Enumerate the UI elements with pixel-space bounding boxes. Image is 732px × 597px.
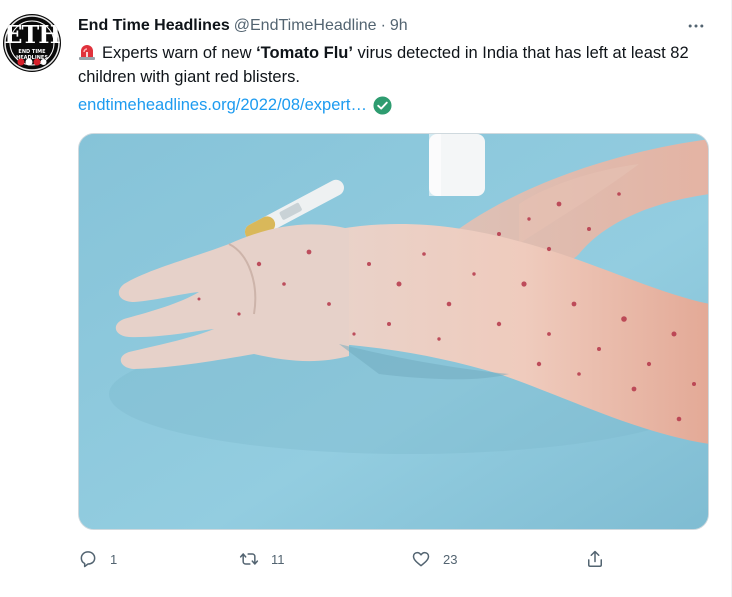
reply-icon — [80, 551, 96, 568]
reply-count: 1 — [110, 551, 118, 567]
header-separator: · — [380, 17, 386, 34]
retweet-count: 11 — [271, 551, 285, 567]
link-row: endtimeheadlines.org/2022/08/expert… — [78, 93, 392, 117]
author-handle[interactable]: @EndTimeHeadline — [234, 16, 377, 36]
heart-icon — [412, 551, 430, 567]
check-circle-icon — [373, 95, 392, 115]
rotating-light-icon — [79, 45, 95, 60]
more-options-button[interactable] — [684, 15, 708, 37]
tweet-timestamp[interactable]: 9h — [390, 16, 408, 36]
author-name[interactable]: End Time Headlines — [78, 16, 230, 36]
like-count: 23 — [443, 551, 458, 567]
avatar[interactable]: ETH END TIME HEADLINES — [3, 14, 61, 72]
tweet-header: End Time Headlines @EndTimeHeadline · 9h — [78, 16, 408, 36]
share-button[interactable] — [585, 546, 605, 572]
blistered-arms-photo — [79, 134, 708, 529]
avatar-logo-text: ETH — [4, 20, 61, 49]
tweet-text-prefix: Experts warn of new — [102, 44, 257, 62]
tweet-text: Experts warn of new ‘Tomato Flu’ virus d… — [78, 41, 718, 89]
tweet[interactable]: ETH END TIME HEADLINES End Time Headline… — [0, 0, 732, 597]
share-icon — [588, 550, 602, 567]
tweet-actions: 1 11 23 — [78, 546, 618, 572]
retweet-icon — [239, 553, 259, 565]
more-horizontal-icon — [688, 24, 704, 28]
article-link[interactable]: endtimeheadlines.org/2022/08/expert… — [78, 93, 367, 117]
like-button[interactable]: 23 — [411, 546, 457, 572]
retweet-button[interactable]: 11 — [239, 546, 285, 572]
tweet-text-highlight: Tomato Flu — [260, 44, 349, 62]
reply-button[interactable]: 1 — [78, 546, 117, 572]
avatar-dots-icon — [17, 58, 47, 66]
tweet-media-photo[interactable] — [78, 133, 709, 530]
